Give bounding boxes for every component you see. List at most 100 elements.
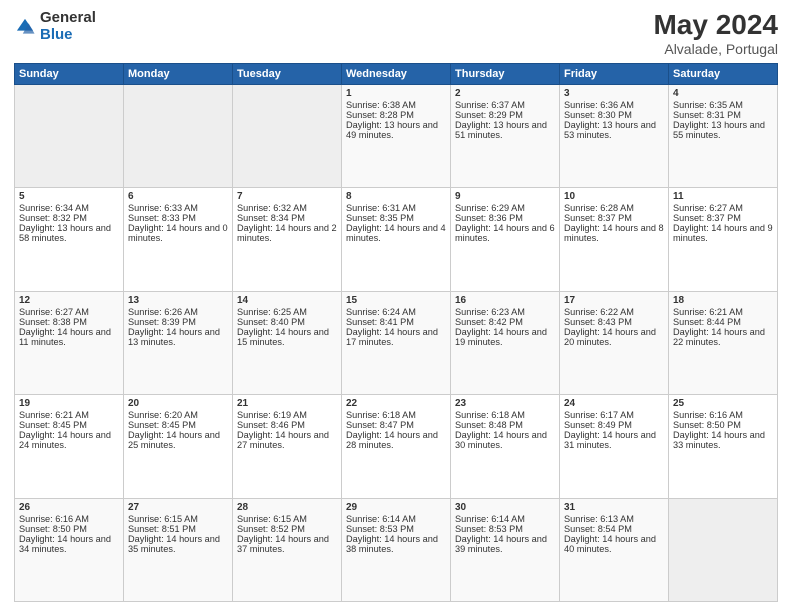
sunset: Sunset: 8:34 PM xyxy=(237,213,337,223)
day-number: 10 xyxy=(564,191,664,202)
title-block: May 2024 Alvalade, Portugal xyxy=(653,10,778,57)
daylight: Daylight: 14 hours and 34 minutes. xyxy=(19,534,119,554)
day-number: 5 xyxy=(19,191,119,202)
logo-text: General Blue xyxy=(40,10,96,43)
sunrise: Sunrise: 6:31 AM xyxy=(346,203,446,213)
sunrise: Sunrise: 6:16 AM xyxy=(673,410,773,420)
cell-3-0: 19Sunrise: 6:21 AMSunset: 8:45 PMDayligh… xyxy=(15,395,124,498)
daylight: Daylight: 13 hours and 58 minutes. xyxy=(19,223,119,243)
daylight: Daylight: 14 hours and 33 minutes. xyxy=(673,430,773,450)
sunrise: Sunrise: 6:25 AM xyxy=(237,307,337,317)
sunrise: Sunrise: 6:17 AM xyxy=(564,410,664,420)
sunrise: Sunrise: 6:22 AM xyxy=(564,307,664,317)
cell-2-5: 17Sunrise: 6:22 AMSunset: 8:43 PMDayligh… xyxy=(560,291,669,394)
sunset: Sunset: 8:30 PM xyxy=(564,110,664,120)
daylight: Daylight: 14 hours and 27 minutes. xyxy=(237,430,337,450)
sunset: Sunset: 8:42 PM xyxy=(455,317,555,327)
day-number: 21 xyxy=(237,398,337,409)
daylight: Daylight: 14 hours and 0 minutes. xyxy=(128,223,228,243)
calendar-table: Sunday Monday Tuesday Wednesday Thursday… xyxy=(14,63,778,602)
sunset: Sunset: 8:53 PM xyxy=(346,524,446,534)
sunset: Sunset: 8:40 PM xyxy=(237,317,337,327)
sunrise: Sunrise: 6:20 AM xyxy=(128,410,228,420)
cell-0-4: 2Sunrise: 6:37 AMSunset: 8:29 PMDaylight… xyxy=(451,84,560,187)
sunrise: Sunrise: 6:16 AM xyxy=(19,514,119,524)
daylight: Daylight: 14 hours and 38 minutes. xyxy=(346,534,446,554)
sunrise: Sunrise: 6:35 AM xyxy=(673,100,773,110)
day-number: 12 xyxy=(19,295,119,306)
page: General Blue May 2024 Alvalade, Portugal… xyxy=(0,0,792,612)
calendar-body: 1Sunrise: 6:38 AMSunset: 8:28 PMDaylight… xyxy=(15,84,778,601)
week-row-2: 12Sunrise: 6:27 AMSunset: 8:38 PM Dayligh… xyxy=(15,291,778,394)
sunset: Sunset: 8:36 PM xyxy=(455,213,555,223)
day-number: 14 xyxy=(237,295,337,306)
daylight: Daylight: 14 hours and 39 minutes. xyxy=(455,534,555,554)
day-number: 30 xyxy=(455,502,555,513)
daylight: Daylight: 14 hours and 35 minutes. xyxy=(128,534,228,554)
header-tuesday: Tuesday xyxy=(233,63,342,84)
sunrise: Sunrise: 6:33 AM xyxy=(128,203,228,213)
cell-2-1: 13Sunrise: 6:26 AMSunset: 8:39 PMDayligh… xyxy=(124,291,233,394)
calendar-header: Sunday Monday Tuesday Wednesday Thursday… xyxy=(15,63,778,84)
day-number: 13 xyxy=(128,295,228,306)
cell-4-1: 27Sunrise: 6:15 AMSunset: 8:51 PMDayligh… xyxy=(124,498,233,601)
sunrise: Sunrise: 6:26 AM xyxy=(128,307,228,317)
sunrise: Sunrise: 6:27 AM xyxy=(19,307,119,317)
header-thursday: Thursday xyxy=(451,63,560,84)
daylight: Daylight: 14 hours and 4 minutes. xyxy=(346,223,446,243)
cell-3-5: 24Sunrise: 6:17 AMSunset: 8:49 PMDayligh… xyxy=(560,395,669,498)
cell-3-3: 22Sunrise: 6:18 AMSunset: 8:47 PMDayligh… xyxy=(342,395,451,498)
header-sunday: Sunday xyxy=(15,63,124,84)
cell-1-3: 8Sunrise: 6:31 AMSunset: 8:35 PMDaylight… xyxy=(342,188,451,291)
day-number: 2 xyxy=(455,88,555,99)
sunrise: Sunrise: 6:34 AM xyxy=(19,203,119,213)
sunset: Sunset: 8:46 PM xyxy=(237,420,337,430)
logo-icon xyxy=(14,16,36,38)
sunset: Sunset: 8:33 PM xyxy=(128,213,228,223)
cell-2-2: 14Sunrise: 6:25 AMSunset: 8:40 PMDayligh… xyxy=(233,291,342,394)
daylight: Daylight: 14 hours and 13 minutes. xyxy=(128,327,228,347)
sunrise: Sunrise: 6:15 AM xyxy=(237,514,337,524)
daylight: Daylight: 14 hours and 25 minutes. xyxy=(128,430,228,450)
sunset: Sunset: 8:49 PM xyxy=(564,420,664,430)
sunrise: Sunrise: 6:14 AM xyxy=(455,514,555,524)
sunrise: Sunrise: 6:28 AM xyxy=(564,203,664,213)
cell-1-5: 10Sunrise: 6:28 AMSunset: 8:37 PMDayligh… xyxy=(560,188,669,291)
sunset: Sunset: 8:28 PM xyxy=(346,110,446,120)
cell-1-2: 7Sunrise: 6:32 AMSunset: 8:34 PMDaylight… xyxy=(233,188,342,291)
header-friday: Friday xyxy=(560,63,669,84)
cell-4-6 xyxy=(669,498,778,601)
cell-0-2 xyxy=(233,84,342,187)
cell-4-5: 31Sunrise: 6:13 AMSunset: 8:54 PMDayligh… xyxy=(560,498,669,601)
cell-4-3: 29Sunrise: 6:14 AMSunset: 8:53 PMDayligh… xyxy=(342,498,451,601)
sunset: Sunset: 8:45 PM xyxy=(128,420,228,430)
day-number: 9 xyxy=(455,191,555,202)
cell-2-3: 15Sunrise: 6:24 AMSunset: 8:41 PMDayligh… xyxy=(342,291,451,394)
sunset: Sunset: 8:52 PM xyxy=(237,524,337,534)
cell-4-4: 30Sunrise: 6:14 AMSunset: 8:53 PMDayligh… xyxy=(451,498,560,601)
sunrise: Sunrise: 6:29 AM xyxy=(455,203,555,213)
header-saturday: Saturday xyxy=(669,63,778,84)
daylight: Daylight: 14 hours and 40 minutes. xyxy=(564,534,664,554)
day-number: 11 xyxy=(673,191,773,202)
day-number: 29 xyxy=(346,502,446,513)
sunset: Sunset: 8:38 PM xyxy=(19,317,119,327)
daylight: Daylight: 14 hours and 15 minutes. xyxy=(237,327,337,347)
daylight: Daylight: 13 hours and 55 minutes. xyxy=(673,120,773,140)
header: General Blue May 2024 Alvalade, Portugal xyxy=(14,10,778,57)
day-number: 23 xyxy=(455,398,555,409)
cell-3-4: 23Sunrise: 6:18 AMSunset: 8:48 PMDayligh… xyxy=(451,395,560,498)
day-number: 27 xyxy=(128,502,228,513)
day-number: 24 xyxy=(564,398,664,409)
sunset: Sunset: 8:47 PM xyxy=(346,420,446,430)
header-wednesday: Wednesday xyxy=(342,63,451,84)
daylight: Daylight: 14 hours and 17 minutes. xyxy=(346,327,446,347)
sunrise: Sunrise: 6:18 AM xyxy=(455,410,555,420)
daylight: Daylight: 13 hours and 53 minutes. xyxy=(564,120,664,140)
sunset: Sunset: 8:45 PM xyxy=(19,420,119,430)
week-row-0: 1Sunrise: 6:38 AMSunset: 8:28 PMDaylight… xyxy=(15,84,778,187)
week-row-1: 5Sunrise: 6:34 AMSunset: 8:32 PMDaylight… xyxy=(15,188,778,291)
cell-0-3: 1Sunrise: 6:38 AMSunset: 8:28 PMDaylight… xyxy=(342,84,451,187)
sunrise: Sunrise: 6:14 AM xyxy=(346,514,446,524)
cell-1-0: 5Sunrise: 6:34 AMSunset: 8:32 PMDaylight… xyxy=(15,188,124,291)
